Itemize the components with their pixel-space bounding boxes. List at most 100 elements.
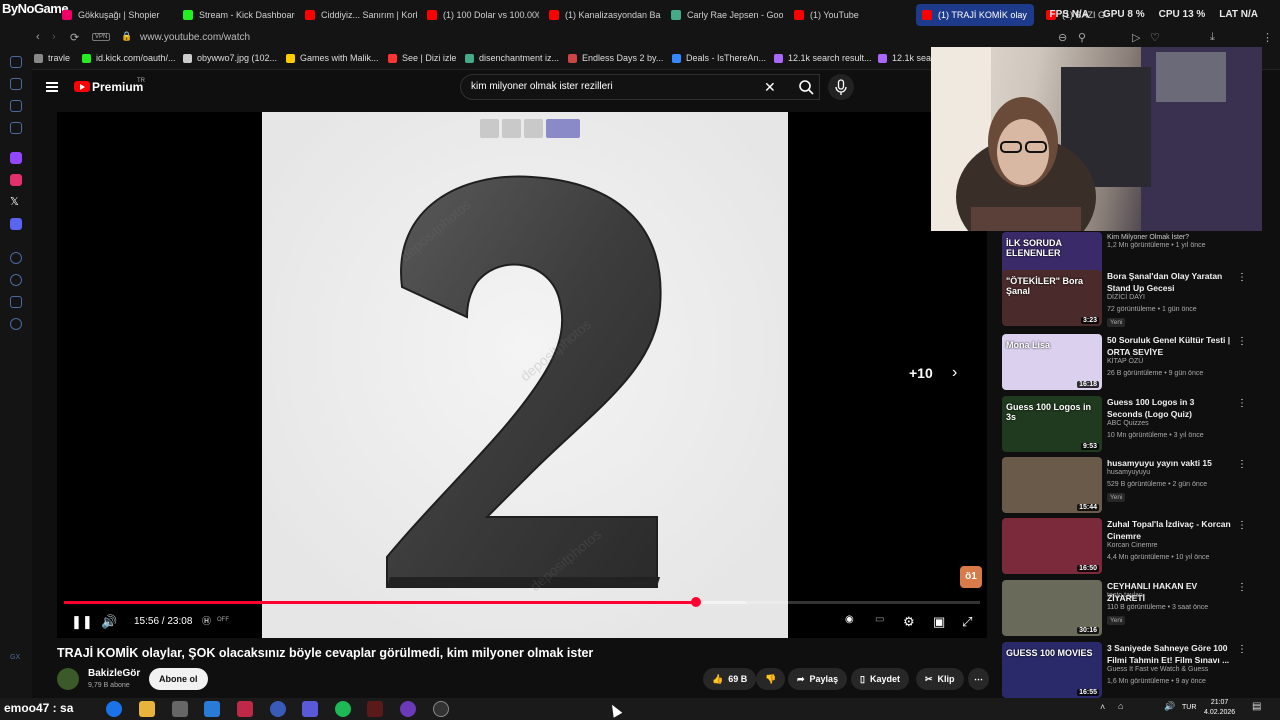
recommended-video[interactable]: 30:16 CEYHANLI HAKAN EV ZİYARETİ testo tay… (1002, 580, 1272, 638)
recommended-title[interactable]: 3 Saniyede Sahneye Göre 100 Filmi Tahmin… (1107, 642, 1232, 666)
channel-name[interactable]: BakizleGör (88, 668, 140, 679)
skip-forward-label[interactable]: +10 (909, 365, 933, 381)
miniplayer-icon[interactable]: ▣ (933, 614, 945, 630)
recommended-channel[interactable]: DİZİCİ DAYI (1107, 294, 1145, 301)
app-red-icon[interactable] (237, 701, 253, 717)
tray-volume-icon[interactable]: 🔊 (1164, 701, 1175, 712)
bookmark-item[interactable]: Endless Days 2 by... (568, 53, 663, 63)
subscribe-button[interactable]: Abone ol (149, 668, 208, 690)
channel-watermark-badge[interactable]: ö1 (960, 566, 982, 588)
voice-search-button[interactable] (828, 74, 854, 100)
file-explorer-icon[interactable] (139, 701, 155, 717)
recommended-channel[interactable]: ABC Quizzes (1107, 420, 1149, 427)
browser-tab[interactable]: Ciddiyiz... Sanırım | Kork (305, 4, 417, 26)
language-indicator[interactable]: TUR (1182, 704, 1196, 711)
menu-hamburger-icon[interactable] (46, 82, 58, 92)
opera-gx-icon[interactable] (367, 701, 383, 717)
settings-gear-icon[interactable]: ⚙ (903, 614, 915, 630)
app-blue-icon[interactable] (270, 701, 286, 717)
more-options-icon[interactable]: ⋮ (1237, 582, 1247, 593)
sidebar-settings-icon[interactable] (10, 318, 22, 330)
clip-button[interactable]: ✂ Klip (916, 668, 964, 690)
sidebar-gx-icon[interactable]: GX (10, 654, 22, 666)
autoplay-toggle-icon[interactable]: ◉ (845, 614, 854, 625)
more-actions-button[interactable]: ⋯ (968, 668, 989, 690)
browser-tab[interactable]: Carly Rae Jepsen - Goo (671, 4, 783, 26)
sidebar-history-icon[interactable] (10, 100, 22, 112)
video-player[interactable]: depositphotos depositphotos depositphoto… (57, 112, 987, 638)
video-thumbnail[interactable]: GUESS 100 MOVIES 16:55 (1002, 642, 1102, 698)
bookmark-item[interactable]: See | Dizi izle (388, 53, 456, 63)
browser-tab[interactable]: Gökkuşağı | Shopier (62, 4, 172, 26)
recommended-video[interactable]: Mona Lisa 16:18 50 Soruluk Genel Kültür Te… (1002, 334, 1272, 392)
browser-tab[interactable]: Stream - Kick Dashboard (183, 4, 295, 26)
recommended-channel[interactable]: Korcan Cinemre (1107, 542, 1158, 549)
more-options-icon[interactable]: ⋮ (1237, 398, 1247, 409)
progress-scrubber[interactable] (691, 597, 702, 607)
play-icon[interactable]: ▷ (1132, 31, 1140, 44)
tray-up-icon[interactable]: ˄ (1100, 702, 1105, 712)
recommended-channel[interactable]: testo taylan (1107, 592, 1143, 599)
sidebar-clock-icon[interactable] (10, 274, 22, 286)
recommended-title[interactable]: Guess 100 Logos in 3 Seconds (Logo Quiz) (1107, 396, 1232, 420)
video-thumbnail[interactable]: Guess 100 Logos in 3s 9:53 (1002, 396, 1102, 452)
tray-network-icon[interactable]: ⌂ (1118, 701, 1123, 711)
more-options-icon[interactable]: ⋮ (1237, 644, 1247, 655)
search-button[interactable] (788, 74, 824, 100)
bookmark-item[interactable]: disenchantment iz... (465, 53, 559, 63)
bookmark-item[interactable]: 12.1k search result... (774, 53, 872, 63)
recommended-title[interactable]: Bora Şanal'dan Olay Yaratan Stand Up Gec… (1107, 270, 1232, 294)
download-icon[interactable]: ⤓ (1210, 31, 1215, 44)
browser-tab[interactable]: (1) YouTube (794, 4, 894, 26)
bookmark-item[interactable]: 12.1k searc (878, 53, 939, 63)
recommended-channel[interactable]: KİTAP ÖZÜ (1107, 358, 1143, 365)
clear-search-icon[interactable]: ✕ (764, 79, 776, 96)
youtube-logo-icon[interactable] (74, 81, 90, 92)
recommended-video[interactable]: Guess 100 Logos in 3s 9:53 Guess 100 Logos… (1002, 396, 1272, 454)
app-dark-icon[interactable] (433, 701, 449, 717)
video-thumbnail[interactable]: 30:16 (1002, 580, 1102, 636)
video-thumbnail[interactable]: "ÖTEKİLER" Bora Şanal 3:23 (1002, 270, 1102, 326)
browser-tab[interactable]: (1) TRAJİ KOMİK olay (916, 4, 1034, 26)
recommended-video[interactable]: 15:44 husamyuyu yayın vakti 15 husamyuyuyu… (1002, 457, 1272, 515)
bookmark-item[interactable]: Games with Malik... (286, 53, 379, 63)
like-button[interactable]: 👍 69 B (703, 668, 757, 690)
subtitles-icon[interactable]: ▭ (875, 614, 884, 625)
recommended-video[interactable]: GUESS 100 MOVIES 16:55 3 Saniyede Sahneye … (1002, 642, 1272, 700)
video-thumbnail[interactable]: 16:50 (1002, 518, 1102, 574)
app-purple-icon[interactable] (302, 701, 318, 717)
pin-icon[interactable]: ⚲ (1078, 31, 1086, 44)
url-field[interactable]: www.youtube.com/watch (140, 32, 250, 43)
sidebar-home-icon[interactable] (10, 56, 22, 68)
notification-icon[interactable]: ▤ (1252, 701, 1261, 712)
obs-icon[interactable] (400, 701, 416, 717)
bookmark-item[interactable]: id.kick.com/oauth/... (82, 53, 176, 63)
chevron-right-icon[interactable]: › (952, 364, 957, 382)
clock[interactable]: 21:07 4.02.2026 (1204, 698, 1235, 718)
mail-icon[interactable] (204, 701, 220, 717)
recommended-channel[interactable]: husamyuyuyu (1107, 469, 1150, 476)
bookmark-item[interactable]: Deals - IsThereAn... (672, 53, 766, 63)
back-icon[interactable]: ‹ (36, 31, 40, 43)
sidebar-tabs-icon[interactable] (10, 78, 22, 90)
more-options-icon[interactable]: ⋮ (1237, 520, 1247, 531)
store-icon[interactable] (172, 701, 188, 717)
recommended-channel[interactable]: Guess It Fast ve Watch & Guess (1107, 666, 1208, 673)
reload-icon[interactable]: ⟳ (70, 31, 79, 44)
more-options-icon[interactable]: ⋮ (1237, 336, 1247, 347)
more-options-icon[interactable]: ⋮ (1237, 459, 1247, 470)
browser-tab[interactable]: (1) 100 Dolar vs 100.000 (427, 4, 539, 26)
recommended-title[interactable]: Zuhal Topal'la İzdivaç - Korcan Cinemre (1107, 518, 1232, 542)
channel-avatar[interactable] (57, 668, 79, 690)
hd-icon[interactable]: Ⓗ (202, 614, 211, 627)
spotify-icon[interactable] (335, 701, 351, 717)
x-icon[interactable]: 𝕏 (10, 196, 22, 208)
twitch-icon[interactable] (10, 152, 22, 164)
bookmark-item[interactable]: obywwo7.jpg (102... (183, 53, 277, 63)
forward-icon[interactable]: › (52, 31, 56, 43)
save-button[interactable]: ▯ Kaydet (851, 668, 909, 690)
pause-icon[interactable]: ❚❚ (71, 614, 93, 630)
browser-tab[interactable]: (1) Kanalizasyondan Ban (549, 4, 661, 26)
recommended-title[interactable]: 50 Soruluk Genel Kültür Testi | ORTA SEV… (1107, 334, 1232, 358)
vpn-badge[interactable]: VPN (92, 33, 111, 41)
